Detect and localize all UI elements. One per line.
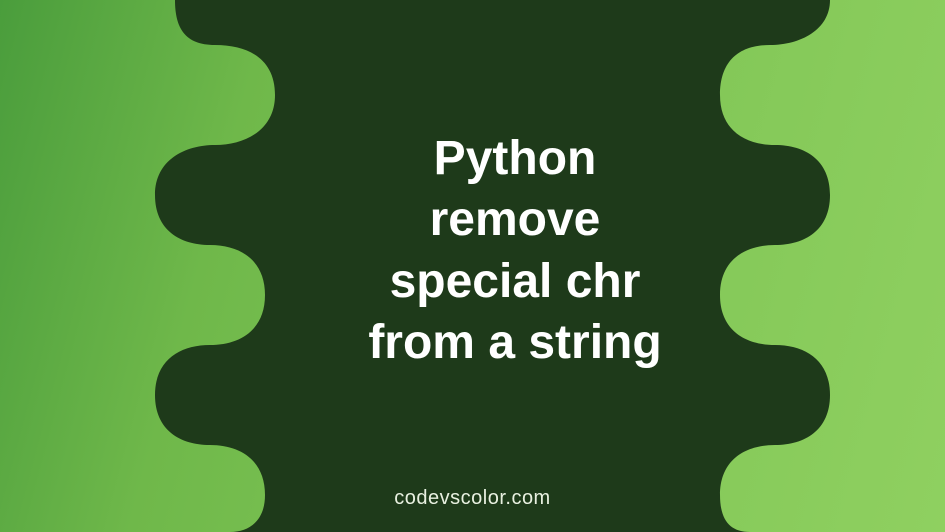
watermark: codevscolor.com	[0, 487, 945, 510]
banner-canvas: Python remove special chr from a string …	[0, 0, 945, 532]
title-line-4: from a string	[280, 312, 750, 373]
title-line-2: remove	[280, 189, 750, 250]
banner-title: Python remove special chr from a string	[280, 128, 750, 374]
title-line-3: special chr	[280, 251, 750, 312]
title-line-1: Python	[280, 128, 750, 189]
